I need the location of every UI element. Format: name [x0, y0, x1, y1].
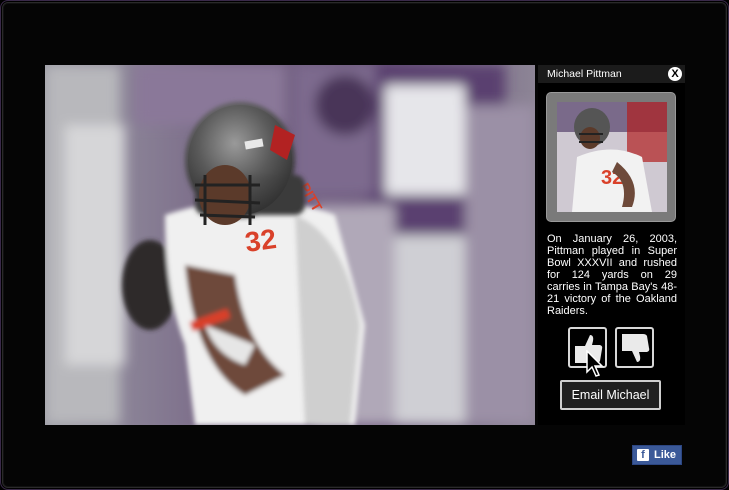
jersey-number: 32: [243, 223, 278, 258]
thumbs-down-button[interactable]: [615, 327, 654, 368]
facebook-like-label: Like: [654, 449, 677, 461]
player-bio: On January 26, 2003, Pittman played in S…: [547, 233, 677, 317]
player-name-title: Michael Pittman: [547, 68, 622, 80]
video-frame[interactable]: 32 PITT: [45, 65, 535, 425]
panel-header: Michael Pittman X: [538, 65, 685, 83]
close-button[interactable]: X: [668, 67, 682, 81]
player-info-panel: Michael Pittman X 32 On January 26, 2003…: [538, 65, 685, 425]
player-photo-frame: 32: [546, 92, 676, 222]
email-player-button[interactable]: Email Michael: [560, 380, 661, 410]
player-photo-image: 32: [557, 102, 667, 212]
video-still-image: 32 PITT: [45, 65, 535, 425]
arrow-cursor-icon: [586, 350, 604, 377]
player-photo[interactable]: 32: [557, 102, 667, 212]
facebook-like-button[interactable]: f Like: [632, 445, 682, 465]
facebook-icon: f: [637, 449, 649, 461]
thumbs-down-icon: [622, 334, 650, 362]
